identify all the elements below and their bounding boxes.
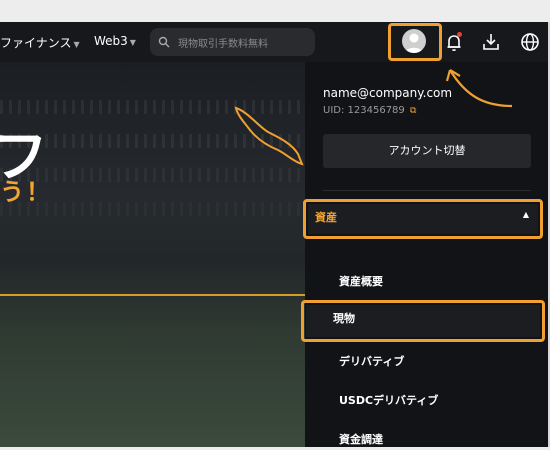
search-placeholder: 現物取引手数料無料 <box>178 39 268 50</box>
copy-icon[interactable]: ⧉ <box>410 106 416 116</box>
nav-web3-label: Web3 <box>94 34 128 48</box>
menu-item-usdc-derivatives[interactable]: USDCデリバティブ <box>339 392 438 408</box>
panel-divider <box>323 190 531 191</box>
hero-figure-outline <box>234 106 304 166</box>
search-icon <box>158 36 170 48</box>
assets-label: 資産 <box>315 211 337 224</box>
menu-item-funding[interactable]: 資金調達 <box>339 431 383 447</box>
notifications-button[interactable] <box>442 30 466 54</box>
assets-section-toggle[interactable]: 資産 ▲ <box>303 199 543 239</box>
account-dropdown-panel: name@company.com UID: 123456789 ⧉ アカウント切… <box>301 62 548 447</box>
download-icon <box>483 34 499 50</box>
hero-banner[interactable]: フ う！ <box>0 62 305 447</box>
nav-finance[interactable]: ファイナンス ▼ <box>0 34 80 51</box>
app-window: フ う！ ファイナンス▼ Web3▼ 現物取引手数料無料 <box>0 22 550 447</box>
search-input[interactable]: 現物取引手数料無料 <box>150 28 315 56</box>
highlight-frame <box>303 199 543 239</box>
account-menu-button[interactable] <box>388 23 442 61</box>
chevron-down-icon: ▼ <box>129 38 136 47</box>
chevron-up-icon: ▲ <box>522 210 529 219</box>
nav-web3[interactable]: Web3 ▼ <box>94 34 136 48</box>
globe-icon <box>521 33 539 51</box>
menu-item-derivatives[interactable]: デリバティブ <box>339 353 404 369</box>
switch-account-button[interactable]: アカウント切替 <box>323 134 531 168</box>
download-button[interactable] <box>479 30 503 54</box>
hero-subheadline: う！ <box>0 178 52 206</box>
annotation-arrow <box>445 69 513 108</box>
spot-label: 現物 <box>333 312 355 325</box>
menu-item-asset-overview[interactable]: 資産概要 <box>339 273 383 289</box>
hero-divider-line <box>0 294 305 296</box>
menu-item-spot[interactable]: 現物 <box>301 300 545 342</box>
bell-icon <box>447 32 462 51</box>
language-button[interactable] <box>518 30 542 54</box>
account-uid: UID: 123456789 ⧉ <box>323 105 416 116</box>
uid-label: UID: 123456789 <box>323 105 405 116</box>
user-avatar-icon <box>402 29 426 53</box>
nav-finance-label: ファイナンス <box>0 36 72 50</box>
chevron-down-icon: ▼ <box>73 40 80 49</box>
account-email: name@company.com <box>323 86 453 100</box>
top-navigation-bar: ファイナンス ▼ Web3 ▼ 現物取引手数料無料 <box>0 22 548 62</box>
